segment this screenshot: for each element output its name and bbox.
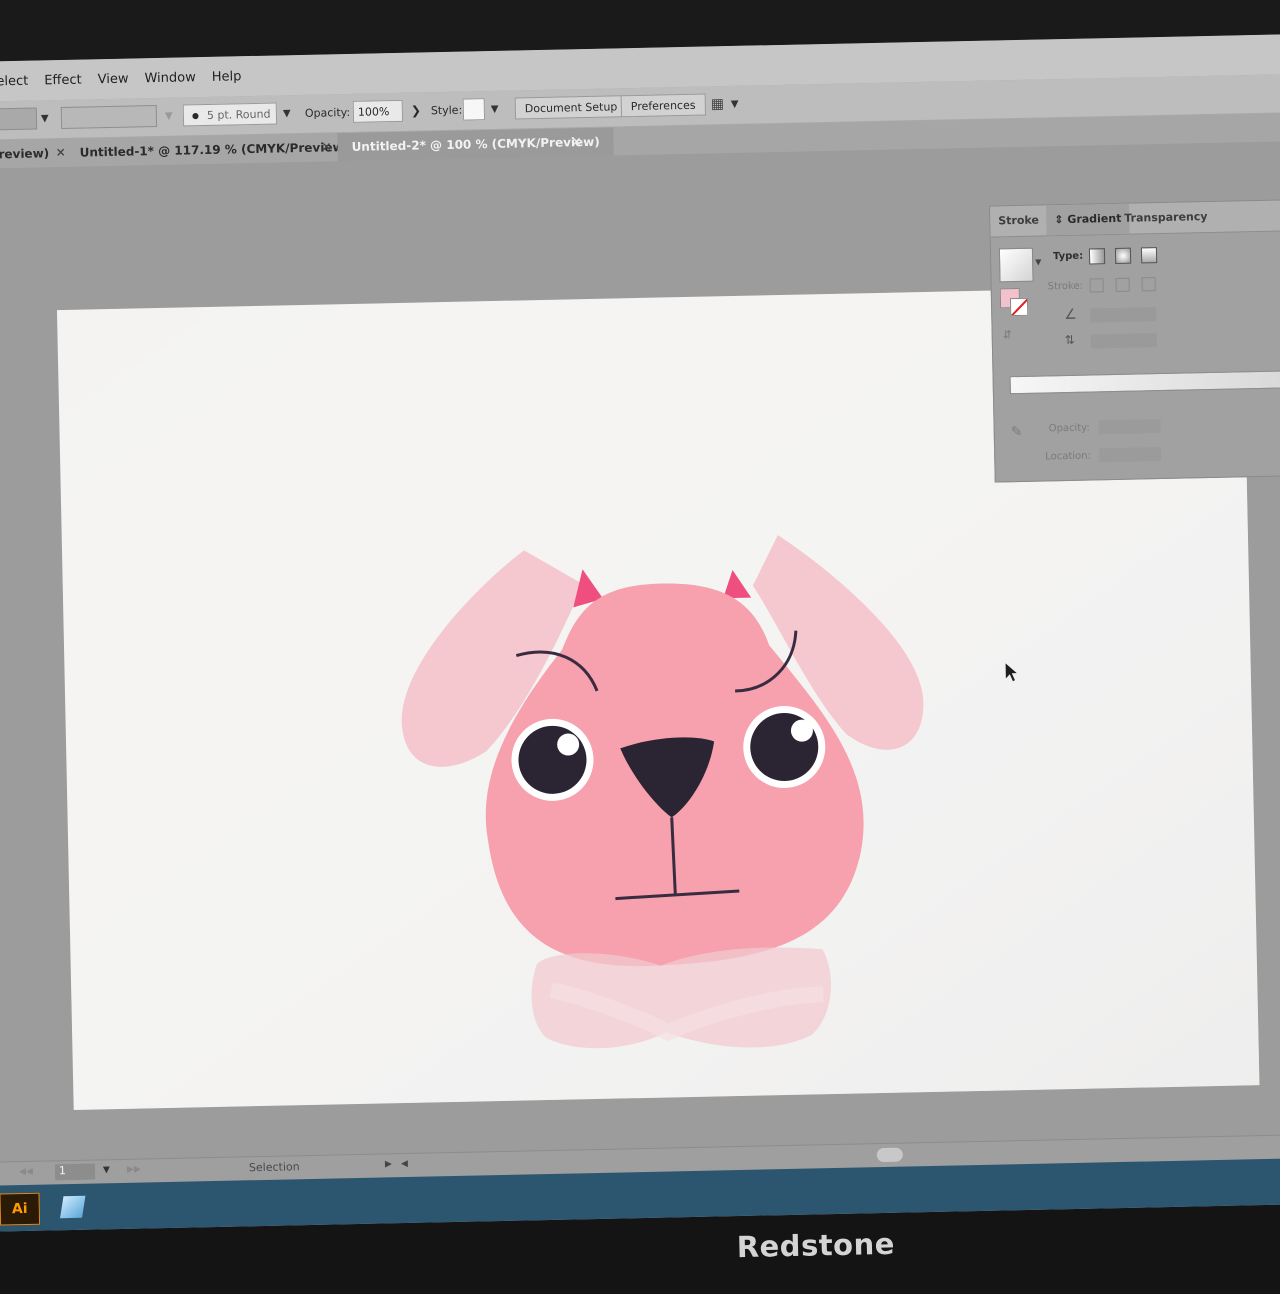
page-number-field[interactable]: 1 bbox=[54, 1163, 96, 1181]
angle-icon: ∠ bbox=[1064, 306, 1078, 324]
reverse-gradient-icon[interactable]: ⇵ bbox=[1003, 328, 1012, 341]
illustrator-app-icon[interactable]: Ai bbox=[0, 1192, 41, 1226]
page-number: 1 bbox=[58, 1164, 67, 1178]
tab-label: Preview) bbox=[0, 146, 50, 162]
horizontal-scrollbar-thumb[interactable] bbox=[876, 1147, 903, 1163]
menu-window[interactable]: Window bbox=[144, 70, 196, 86]
scroll-left-icon[interactable]: ◀ bbox=[401, 1159, 408, 1169]
freeform-type-icon[interactable] bbox=[1140, 247, 1158, 264]
menu-view[interactable]: View bbox=[98, 71, 129, 87]
mouse-cursor-icon bbox=[1005, 663, 1017, 682]
style-label: Style: bbox=[430, 103, 463, 117]
variable-width-field[interactable] bbox=[60, 105, 158, 130]
stroke-label: Stroke: bbox=[1047, 280, 1084, 293]
stroke-swatch-none[interactable] bbox=[1009, 297, 1029, 317]
type-label: Type: bbox=[1052, 250, 1084, 263]
document-setup-label: Document Setup bbox=[524, 99, 618, 115]
panel-tab-transparency[interactable]: Transparency bbox=[1124, 210, 1207, 225]
stroke-weight-field[interactable] bbox=[0, 107, 38, 131]
chevron-down-icon[interactable]: ▼ bbox=[283, 102, 291, 124]
brush-definition-label: 5 pt. Round bbox=[206, 107, 271, 122]
opacity-field[interactable]: 100% bbox=[352, 99, 404, 123]
close-icon[interactable]: × bbox=[321, 139, 331, 153]
photo-scene: Select Effect View Window Help ▼ ▼ ● 5 p… bbox=[0, 0, 1280, 1293]
illustrator-badge: Ai bbox=[11, 1200, 28, 1218]
menu-help[interactable]: Help bbox=[212, 69, 242, 85]
linear-type-icon[interactable] bbox=[1088, 248, 1106, 265]
brush-definition-field[interactable]: ● 5 pt. Round bbox=[182, 102, 278, 127]
close-icon[interactable]: × bbox=[571, 134, 581, 148]
monitor-brand-logo: Redstone bbox=[736, 1226, 896, 1265]
gradient-preview-swatch[interactable] bbox=[998, 247, 1034, 283]
panel-tab-stroke[interactable]: Stroke bbox=[998, 214, 1039, 228]
chevron-down-icon[interactable]: ▼ bbox=[165, 105, 173, 127]
close-icon[interactable]: × bbox=[56, 145, 66, 159]
tab-untitled-1[interactable]: Untitled-1* @ 117.19 % (CMYK/Preview) bbox=[79, 133, 350, 167]
preferences-button[interactable]: Preferences bbox=[620, 93, 706, 118]
gradient-panel: Stroke ⇕ Gradient Transparency ▼ ⇵ Type:… bbox=[988, 199, 1280, 483]
panel-tab-gradient-label: Gradient bbox=[1067, 211, 1122, 226]
eyedropper-icon[interactable]: ✎ bbox=[1011, 424, 1023, 440]
current-tool-status: Selection bbox=[248, 1160, 300, 1175]
tab-label: Untitled-2* @ 100 % (CMYK/Preview) bbox=[351, 134, 600, 154]
tab-preview[interactable]: Preview) bbox=[0, 139, 49, 168]
style-swatch[interactable] bbox=[462, 98, 486, 121]
status-menu-icon[interactable]: ▶ bbox=[385, 1159, 392, 1169]
aspect-ratio-field[interactable] bbox=[1090, 333, 1157, 349]
stroke-option-icon[interactable] bbox=[1115, 277, 1130, 292]
angle-field[interactable] bbox=[1090, 307, 1157, 323]
brush-dot-icon: ● bbox=[191, 110, 199, 120]
panel-tab-bar: Stroke ⇕ Gradient Transparency bbox=[989, 200, 1280, 238]
last-page-icon[interactable]: ▶▶ bbox=[127, 1165, 141, 1175]
chevron-down-icon[interactable]: ▼ bbox=[491, 98, 499, 120]
chevron-right-icon[interactable]: ❯ bbox=[411, 99, 422, 121]
updown-icon: ⇕ bbox=[1054, 213, 1064, 227]
chevron-down-icon[interactable]: ▼ bbox=[41, 107, 49, 129]
menu-effect[interactable]: Effect bbox=[44, 72, 82, 88]
illustrator-window: Select Effect View Window Help ▼ ▼ ● 5 p… bbox=[0, 34, 1280, 1232]
chevron-down-icon[interactable]: ▼ bbox=[1035, 258, 1041, 267]
stroke-option-icon[interactable] bbox=[1141, 277, 1156, 292]
stop-location-field[interactable] bbox=[1099, 447, 1162, 463]
menu-select[interactable]: Select bbox=[0, 73, 28, 89]
stroke-option-icon[interactable] bbox=[1089, 278, 1104, 293]
opacity-label: Opacity: bbox=[304, 105, 351, 120]
chevron-down-icon[interactable]: ▼ bbox=[731, 93, 739, 115]
location-label: Location: bbox=[1045, 450, 1092, 463]
arrange-documents-icon[interactable]: ▦ bbox=[711, 93, 725, 115]
opacity-value: 100% bbox=[357, 104, 390, 119]
aspect-ratio-icon: ⇅ bbox=[1064, 332, 1076, 348]
radial-type-icon[interactable] bbox=[1114, 247, 1132, 264]
document-setup-button[interactable]: Document Setup bbox=[514, 95, 628, 120]
stop-opacity-field[interactable] bbox=[1098, 419, 1161, 435]
first-page-icon[interactable]: ◀◀ bbox=[19, 1167, 33, 1177]
none-slash-icon bbox=[1010, 297, 1029, 317]
panel-tab-gradient[interactable]: ⇕ Gradient bbox=[1045, 203, 1130, 236]
app-icon[interactable] bbox=[60, 1195, 86, 1219]
preferences-label: Preferences bbox=[630, 98, 696, 113]
tab-label: Untitled-1* @ 117.19 % (CMYK/Preview) bbox=[79, 139, 350, 160]
chevron-down-icon[interactable]: ▼ bbox=[103, 1165, 110, 1175]
gradient-slider[interactable] bbox=[1009, 370, 1280, 395]
opacity-label: Opacity: bbox=[1048, 422, 1090, 435]
